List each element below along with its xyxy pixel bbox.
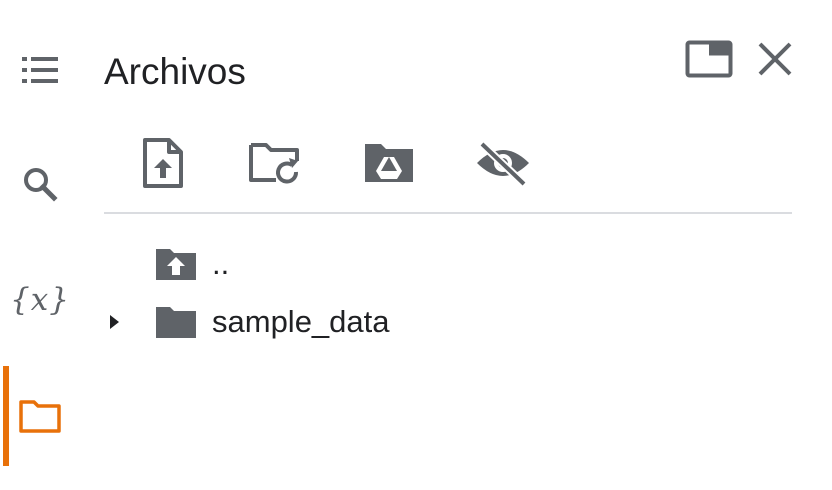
folder-refresh-icon: [249, 143, 299, 184]
folder-icon: [154, 300, 198, 344]
tree-item-parent[interactable]: ..: [100, 238, 790, 290]
eye-off-icon: [477, 141, 529, 187]
expand-arrow-icon[interactable]: [100, 296, 128, 348]
variables-icon: {x}: [10, 282, 70, 318]
toggle-hidden-files-button[interactable]: [472, 132, 534, 194]
table-of-contents-button[interactable]: [8, 38, 72, 102]
files-button[interactable]: [8, 384, 72, 448]
search-button[interactable]: [8, 152, 72, 216]
folder-icon: [19, 400, 61, 433]
drive-folder-icon: [365, 144, 413, 182]
upload-file-icon: [143, 138, 183, 188]
upload-file-button[interactable]: [132, 132, 194, 194]
close-icon: [758, 42, 792, 76]
close-button[interactable]: [748, 32, 802, 86]
files-panel: {x} Archivos .. sample_data: [0, 0, 832, 490]
toolbar-divider: [104, 212, 792, 214]
tree-item-sample-data[interactable]: sample_data: [100, 296, 790, 348]
list-icon: [22, 57, 58, 83]
tree-item-label: ..: [212, 246, 230, 281]
tree-item-label: sample_data: [212, 304, 390, 339]
open-in-tab-button[interactable]: [682, 32, 736, 86]
folder-up-icon: [154, 242, 198, 286]
panel-title: Archivos: [104, 51, 246, 92]
refresh-button[interactable]: [244, 132, 306, 194]
variables-button[interactable]: {x}: [8, 268, 72, 332]
mount-drive-button[interactable]: [358, 132, 420, 194]
side-rail: {x}: [0, 0, 80, 490]
window-icon: [685, 40, 733, 78]
caret-spacer: [100, 238, 128, 290]
search-icon: [24, 168, 58, 202]
